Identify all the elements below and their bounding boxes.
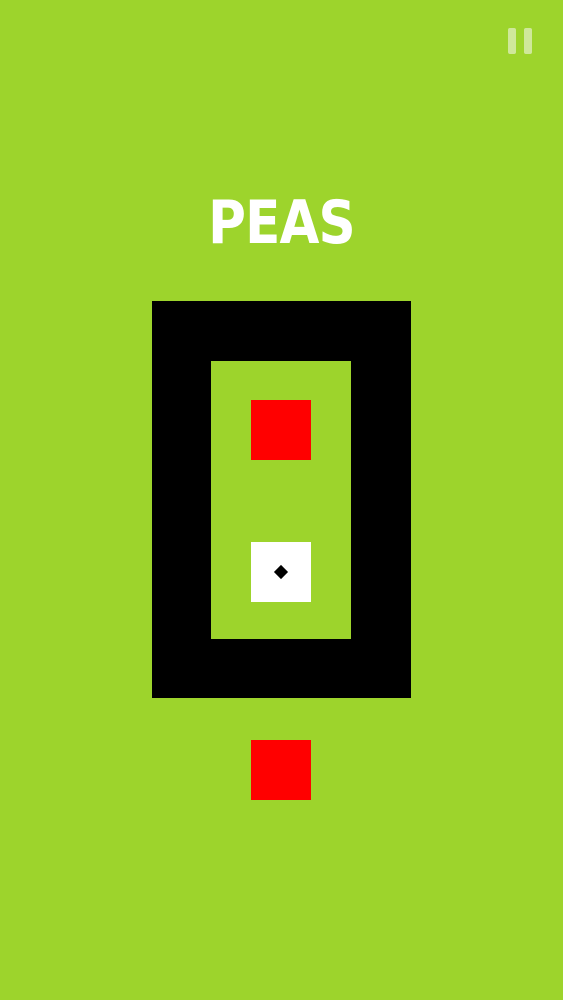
pause-icon-bar-right [524, 28, 532, 54]
pause-button[interactable] [506, 26, 536, 56]
red-block-upper [251, 400, 311, 460]
game-screen[interactable]: PEAS [0, 0, 563, 1000]
red-block-lower [251, 740, 311, 800]
wall-bottom [152, 639, 411, 698]
player-block[interactable] [251, 542, 311, 602]
pause-icon-bar-left [508, 28, 516, 54]
diamond-icon [273, 564, 289, 580]
level-title: PEAS [208, 188, 356, 258]
